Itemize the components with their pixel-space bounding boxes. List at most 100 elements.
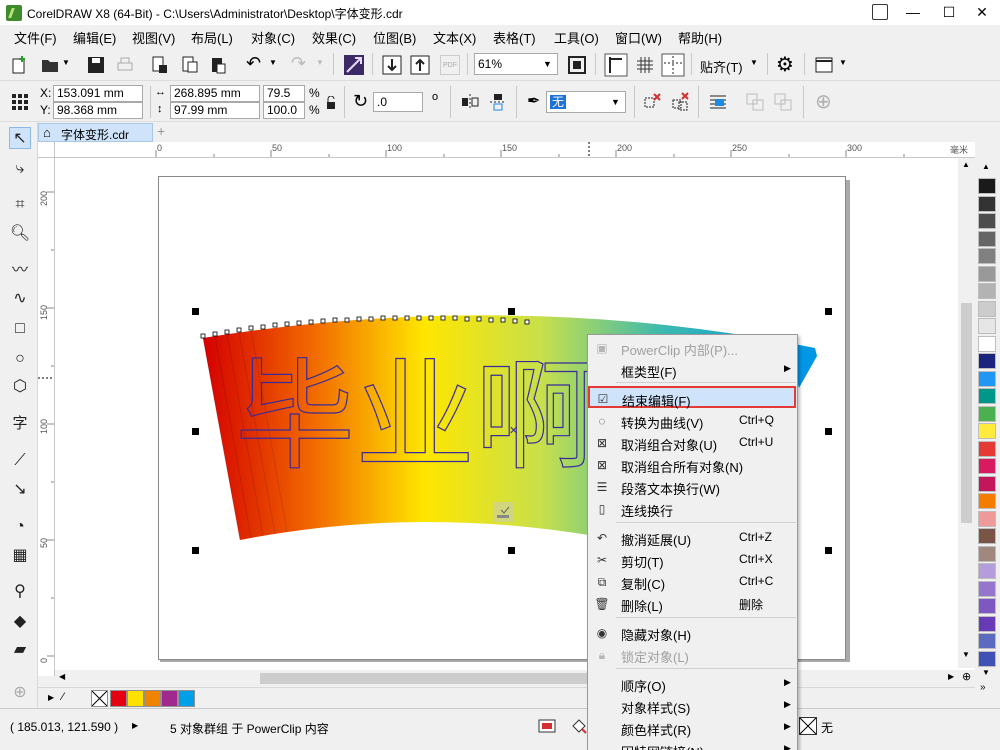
menu-object[interactable]: 对象(C): [251, 28, 295, 47]
rotation-input[interactable]: .0: [373, 92, 423, 112]
palette-menu-icon[interactable]: »: [980, 682, 986, 693]
context-menu-item[interactable]: ▯ 连线换行: [589, 498, 796, 520]
doc-palette-swatch[interactable]: [110, 690, 127, 707]
palette-swatch[interactable]: [978, 213, 996, 229]
palette-swatch[interactable]: [978, 405, 996, 422]
drop-shadow-tool-icon[interactable]: ◔: [9, 516, 31, 538]
palette-swatch[interactable]: [978, 388, 996, 404]
menu-table[interactable]: 表格(T): [493, 28, 536, 47]
freehand-tool-icon[interactable]: 〰: [9, 260, 31, 282]
export-arrow-icon[interactable]: [409, 54, 431, 76]
context-menu-item[interactable]: 框类型(F) ▶: [589, 359, 796, 381]
artistic-media-tool-icon[interactable]: ∿: [9, 288, 31, 310]
doc-palette-menu-icon[interactable]: ▶: [48, 693, 54, 702]
palette-swatch[interactable]: [978, 265, 996, 282]
doc-palette-swatch[interactable]: [161, 690, 178, 707]
context-menu-item[interactable]: 对象样式(S) ▶: [589, 695, 796, 717]
eyedropper-tool-icon[interactable]: ⚲: [9, 581, 31, 603]
no-color-swatch[interactable]: [91, 690, 108, 707]
menu-edit[interactable]: 编辑(E): [73, 28, 116, 47]
palette-swatch[interactable]: [978, 510, 996, 527]
drawing-canvas[interactable]: 毕业啊 ✕: [55, 158, 975, 676]
object-origin-icon[interactable]: [11, 93, 29, 111]
mirror-horizontal-icon[interactable]: [460, 92, 480, 112]
add-tab-button[interactable]: +: [157, 123, 165, 139]
context-menu-item[interactable]: ◉ 隐藏对象(H): [589, 622, 796, 644]
vertical-scrollbar[interactable]: ▲ ▼: [958, 158, 975, 668]
palette-swatch[interactable]: [978, 545, 996, 562]
text-wrap-icon[interactable]: [707, 91, 729, 113]
show-rulers-icon[interactable]: [604, 53, 628, 77]
scroll-up-icon[interactable]: ▲: [962, 160, 970, 169]
save-icon[interactable]: [86, 55, 106, 75]
outline-color-swatch[interactable]: [799, 717, 817, 735]
print-icon[interactable]: [115, 55, 135, 75]
palette-scroll-up-icon[interactable]: ▲: [982, 162, 990, 171]
context-menu-item[interactable]: 顺序(O) ▶: [589, 673, 796, 695]
add-tool-icon[interactable]: ⊕: [9, 682, 31, 704]
menu-window[interactable]: 窗口(W): [615, 28, 662, 47]
ruler-origin[interactable]: [38, 142, 55, 158]
ellipse-tool-icon[interactable]: ○: [9, 348, 31, 370]
width-input[interactable]: 268.895 mm: [170, 85, 260, 102]
vertical-scroll-thumb[interactable]: [961, 303, 972, 523]
doc-palette-swatch[interactable]: [178, 690, 195, 707]
context-menu-item[interactable]: ◌ 转换为曲线(V) Ctrl+Q: [589, 410, 796, 432]
palette-swatch[interactable]: [978, 580, 996, 597]
options-gear-icon[interactable]: ⚙: [776, 52, 794, 77]
add-preset-icon[interactable]: ⊕: [815, 89, 832, 114]
connector-tool-icon[interactable]: ↘: [9, 479, 31, 501]
palette-swatch[interactable]: [978, 598, 996, 614]
new-document-icon[interactable]: [10, 55, 30, 75]
palette-swatch[interactable]: [978, 615, 996, 632]
palette-swatch[interactable]: [978, 283, 996, 299]
zoom-full-page-icon[interactable]: [566, 54, 588, 76]
transparency-tool-icon[interactable]: ▦: [9, 545, 31, 567]
doc-palette-swatch[interactable]: [127, 690, 144, 707]
open-dropdown-icon[interactable]: ▼: [62, 58, 70, 67]
application-launcher-icon[interactable]: [814, 55, 834, 75]
redo-dropdown-icon[interactable]: ▼: [316, 58, 324, 67]
zoom-navigator-icon[interactable]: ⊕: [962, 670, 971, 683]
doc-palette-swatch[interactable]: [144, 690, 161, 707]
launcher-dropdown-icon[interactable]: ▼: [839, 58, 847, 67]
context-menu-item[interactable]: ⧉ 复制(C) Ctrl+C: [589, 571, 796, 593]
palette-swatch[interactable]: [978, 493, 996, 509]
context-menu-item[interactable]: ☑ 结束编辑(F): [588, 386, 796, 409]
shape-tool-icon[interactable]: ⤷: [9, 158, 31, 180]
smart-fill-tool-icon[interactable]: ▰: [9, 639, 31, 661]
x-position-input[interactable]: 153.091 mm: [53, 85, 143, 102]
context-menu-item[interactable]: ↶ 撤消延展(U) Ctrl+Z: [589, 527, 796, 549]
context-menu-item[interactable]: 🗑︎ 删除(L) 删除: [589, 593, 796, 615]
context-menu-item[interactable]: ✂ 剪切(T) Ctrl+X: [589, 549, 796, 571]
menu-view[interactable]: 视图(V): [132, 28, 175, 47]
outline-width-combo[interactable]: 无 ▼: [546, 91, 626, 113]
color-profile-icon[interactable]: [538, 717, 556, 735]
export-icon[interactable]: [180, 55, 200, 75]
text-tool-icon[interactable]: 字: [9, 413, 31, 435]
palette-swatch[interactable]: [978, 300, 996, 317]
scroll-right-icon[interactable]: ▶: [948, 672, 954, 681]
context-menu-item[interactable]: ☰ 段落文本换行(W): [589, 476, 796, 498]
palette-swatch[interactable]: [978, 650, 996, 667]
selection-handle[interactable]: [825, 547, 832, 554]
zoom-level-combo[interactable]: 61% ▼: [474, 53, 558, 75]
selection-handle[interactable]: [825, 428, 832, 435]
palette-swatch[interactable]: [978, 423, 996, 439]
scroll-left-icon[interactable]: ◀: [59, 672, 65, 681]
snap-dropdown-icon[interactable]: ▼: [750, 58, 758, 67]
menu-bitmaps[interactable]: 位图(B): [373, 28, 416, 47]
outline-dropdown-icon[interactable]: ▼: [611, 92, 620, 112]
search-content-icon[interactable]: [343, 54, 365, 76]
publish-pdf-icon[interactable]: PDF: [440, 55, 460, 75]
close-button[interactable]: ✕: [964, 0, 1000, 25]
y-position-input[interactable]: 98.368 mm: [53, 102, 143, 119]
scale-width-input[interactable]: 79.5: [263, 85, 305, 102]
palette-swatch[interactable]: [978, 633, 996, 649]
context-menu-item[interactable]: 颜色样式(R) ▶: [589, 717, 796, 739]
show-grid-icon[interactable]: [633, 53, 657, 77]
undo-dropdown-icon[interactable]: ▼: [269, 58, 277, 67]
palette-swatch[interactable]: [978, 230, 996, 247]
scale-height-input[interactable]: 100.0: [263, 102, 305, 119]
show-guidelines-icon[interactable]: [661, 53, 685, 77]
